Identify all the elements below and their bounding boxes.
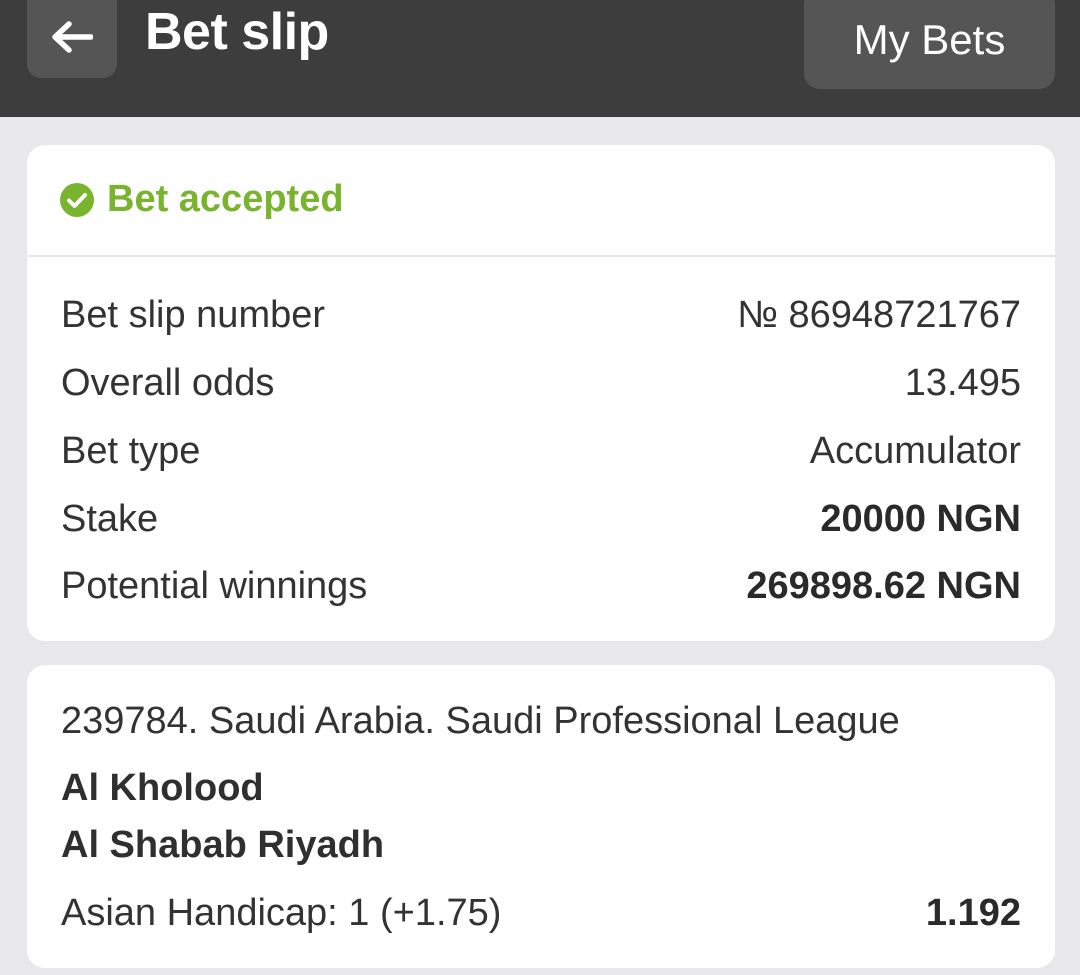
bet-summary-card: Bet accepted Bet slip number № 869487217… xyxy=(27,145,1055,641)
stake-row: Stake 20000 NGN xyxy=(61,498,1021,548)
team-home: Al Kholood xyxy=(61,767,264,809)
bet-type-value: Accumulator xyxy=(809,430,1021,472)
stake-value: 20000 NGN xyxy=(820,498,1021,540)
market-label: Asian Handicap: 1 (+1.75) xyxy=(61,892,502,934)
overall-odds-label: Overall odds xyxy=(61,362,275,404)
bet-slip-number-label: Bet slip number xyxy=(61,294,326,336)
potential-winnings-value: 269898.62 NGN xyxy=(746,565,1021,607)
app-header: Bet slip My Bets xyxy=(0,0,1080,117)
bet-status-row: Bet accepted xyxy=(27,145,1055,257)
market-odds: 1.192 xyxy=(925,892,1021,934)
stake-label: Stake xyxy=(61,498,159,540)
potential-winnings-label: Potential winnings xyxy=(61,565,368,607)
bet-type-row: Bet type Accumulator xyxy=(61,430,1021,480)
bet-slip-number-value: № 86948721767 xyxy=(737,294,1021,336)
page-title: Bet slip xyxy=(145,3,329,61)
bet-status-text: Bet accepted xyxy=(107,178,344,220)
team-away: Al Shabab Riyadh xyxy=(61,824,385,866)
arrow-left-icon xyxy=(52,21,93,53)
event-card[interactable]: 239784. Saudi Arabia. Saudi Professional… xyxy=(27,665,1055,968)
event-league: 239784. Saudi Arabia. Saudi Professional… xyxy=(61,700,900,742)
potential-winnings-row: Potential winnings 269898.62 NGN xyxy=(61,565,1021,615)
market-row: Asian Handicap: 1 (+1.75) 1.192 xyxy=(61,892,1021,942)
my-bets-label: My Bets xyxy=(853,15,1006,63)
my-bets-button[interactable]: My Bets xyxy=(804,0,1055,89)
overall-odds-value: 13.495 xyxy=(904,362,1021,404)
bet-slip-number-row: Bet slip number № 86948721767 xyxy=(61,294,1021,344)
back-button[interactable] xyxy=(27,0,117,78)
overall-odds-row: Overall odds 13.495 xyxy=(61,362,1021,412)
bet-type-label: Bet type xyxy=(61,430,201,472)
check-circle-icon xyxy=(60,183,94,217)
